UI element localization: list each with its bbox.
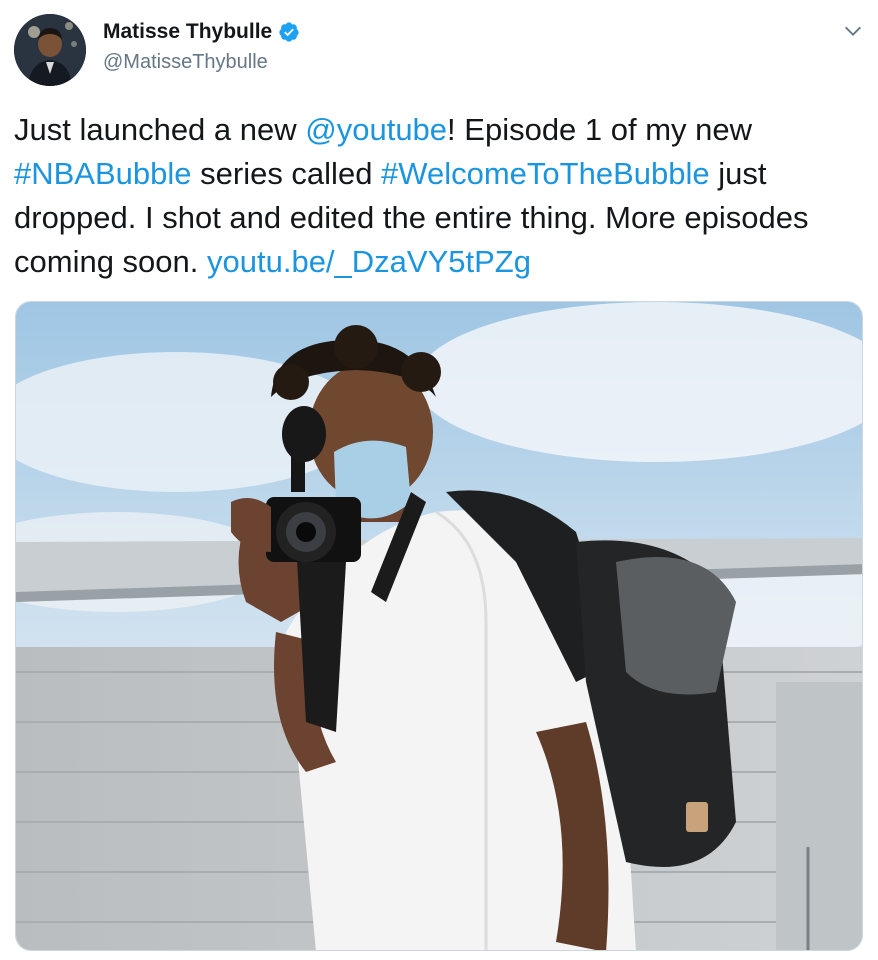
text-segment: ! Episode 1 of my new xyxy=(447,112,761,147)
mention-link[interactable]: @youtube xyxy=(305,112,447,147)
chevron-down-icon[interactable] xyxy=(842,20,864,42)
name-row: Matisse Thybulle xyxy=(103,20,300,44)
hashtag-link[interactable]: #WelcomeToTheBubble xyxy=(381,156,710,191)
text-segment: Just launched a new xyxy=(14,112,306,147)
hashtag-link[interactable]: #NBABubble xyxy=(14,156,192,191)
verified-badge-icon xyxy=(279,22,299,42)
photo-image xyxy=(16,302,862,950)
tweet-text: Just launched a new @youtube! Episode 1 … xyxy=(14,108,866,284)
url-link[interactable]: youtu.be/_DzaVY5tPZg xyxy=(207,244,531,279)
text-segment: series called xyxy=(191,156,382,191)
avatar[interactable] xyxy=(14,14,86,86)
display-name[interactable]: Matisse Thybulle xyxy=(103,20,272,44)
user-handle[interactable]: @MatisseThybulle xyxy=(103,51,268,74)
tweet-media-photo[interactable] xyxy=(15,301,863,951)
avatar-photo xyxy=(14,14,86,86)
tweet-card: Matisse Thybulle @MatisseThybulle Just l… xyxy=(0,0,878,960)
